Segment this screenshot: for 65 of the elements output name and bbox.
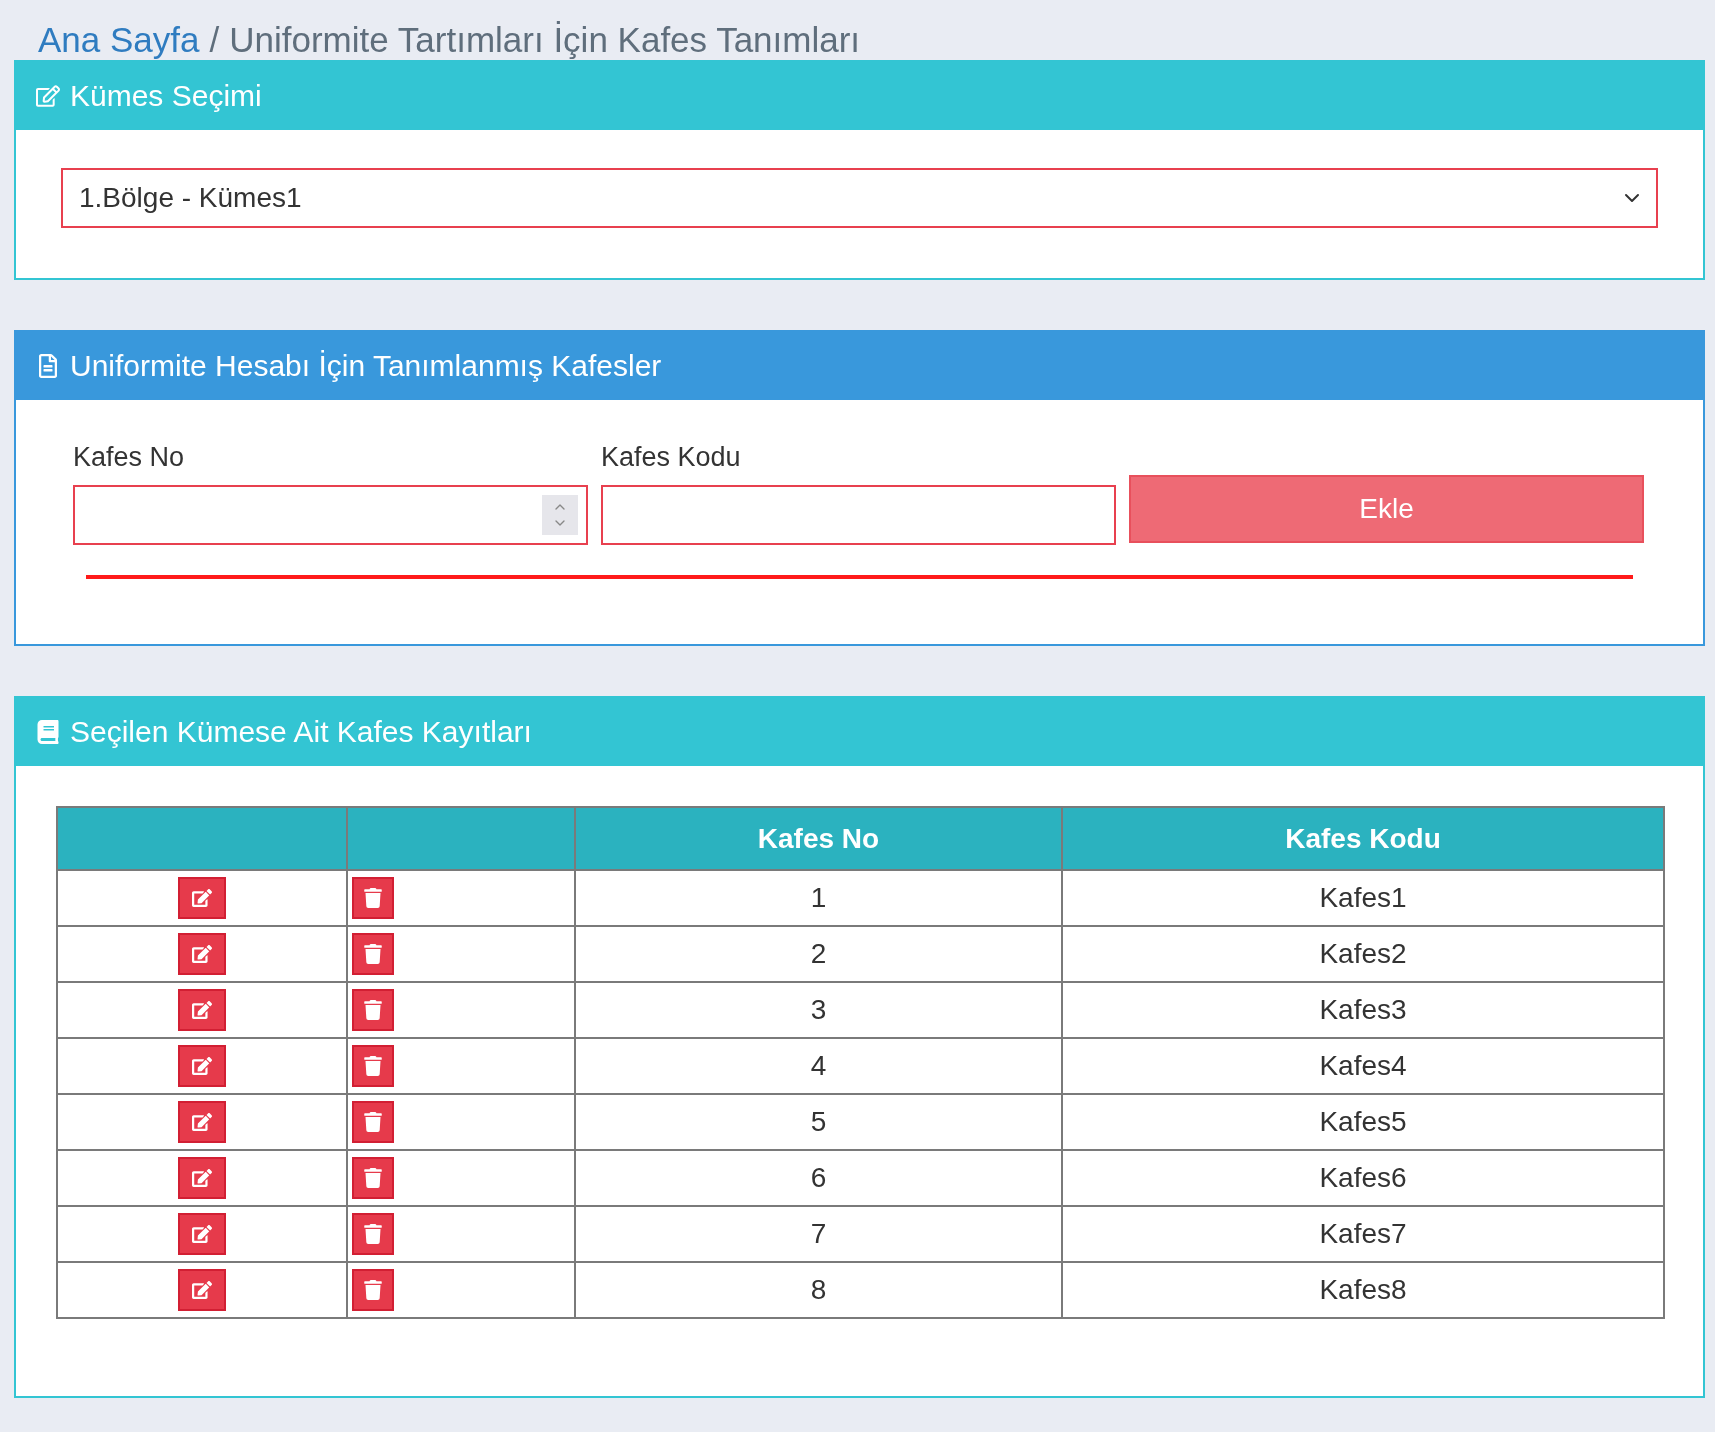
trash-icon: [363, 1000, 383, 1020]
edit-button[interactable]: [178, 1045, 226, 1087]
edit-icon: [36, 84, 60, 108]
delete-button[interactable]: [352, 877, 394, 919]
delete-button[interactable]: [352, 1157, 394, 1199]
edit-icon: [192, 1168, 212, 1188]
table-cell: Kafes3: [1062, 982, 1664, 1038]
trash-icon: [363, 1280, 383, 1300]
edit-icon: [192, 1224, 212, 1244]
trash-icon: [363, 1112, 383, 1132]
edit-button[interactable]: [178, 1101, 226, 1143]
document-icon: [36, 354, 60, 378]
panel-title: Seçilen Kümese Ait Kafes Kayıtları: [70, 715, 532, 749]
edit-icon: [192, 1000, 212, 1020]
edit-icon: [192, 1112, 212, 1132]
edit-button[interactable]: [178, 933, 226, 975]
table-cell: Kafes8: [1062, 1262, 1664, 1318]
table-cell: 6: [575, 1150, 1062, 1206]
table-cell: Kafes2: [1062, 926, 1664, 982]
book-icon: [36, 720, 60, 744]
table-cell: 5: [575, 1094, 1062, 1150]
table-cell: Kafes1: [1062, 870, 1664, 926]
coop-select[interactable]: 1.Bölge - Kümes1: [61, 168, 1658, 228]
column-header: Kafes Kodu: [1062, 807, 1664, 870]
edit-button[interactable]: [178, 877, 226, 919]
edit-button[interactable]: [178, 1157, 226, 1199]
edit-icon: [192, 944, 212, 964]
table-cell: 2: [575, 926, 1062, 982]
table-cell: 8: [575, 1262, 1062, 1318]
delete-button[interactable]: [352, 1213, 394, 1255]
breadcrumb-separator: /: [209, 20, 220, 60]
trash-icon: [363, 944, 383, 964]
trash-icon: [363, 888, 383, 908]
edit-icon: [192, 888, 212, 908]
delete-button[interactable]: [352, 1045, 394, 1087]
page-title: Uniformite Tartımları İçin Kafes Tanımları: [229, 20, 861, 60]
field-label: Kafes Kodu: [601, 442, 742, 473]
table-cell: Kafes6: [1062, 1150, 1664, 1206]
panel-title: Kümes Seçimi: [70, 79, 262, 113]
home-link[interactable]: Ana Sayfa: [38, 20, 200, 60]
delete-button[interactable]: [352, 989, 394, 1031]
delete-button[interactable]: [352, 933, 394, 975]
edit-icon: [192, 1280, 212, 1300]
delete-button[interactable]: [352, 1101, 394, 1143]
edit-icon: [192, 1056, 212, 1076]
trash-icon: [363, 1056, 383, 1076]
table-cell: 4: [575, 1038, 1062, 1094]
table-cell: 1: [575, 870, 1062, 926]
input-field[interactable]: [601, 485, 1116, 545]
table-cell: 3: [575, 982, 1062, 1038]
input-field[interactable]: [73, 485, 588, 545]
edit-button[interactable]: [178, 1269, 226, 1311]
delete-button[interactable]: [352, 1269, 394, 1311]
trash-icon: [363, 1168, 383, 1188]
edit-button[interactable]: [178, 1213, 226, 1255]
field-label: Kafes No: [73, 442, 186, 473]
column-header: Kafes No: [575, 807, 1062, 870]
table-cell: 7: [575, 1206, 1062, 1262]
panel-title: Uniformite Hesabı İçin Tanımlanmış Kafesler: [70, 349, 662, 383]
table-cell: Kafes5: [1062, 1094, 1664, 1150]
trash-icon: [363, 1224, 383, 1244]
add-button[interactable]: Ekle: [1129, 475, 1644, 543]
table-cell: Kafes4: [1062, 1038, 1664, 1094]
table-cell: Kafes7: [1062, 1206, 1664, 1262]
edit-button[interactable]: [178, 989, 226, 1031]
